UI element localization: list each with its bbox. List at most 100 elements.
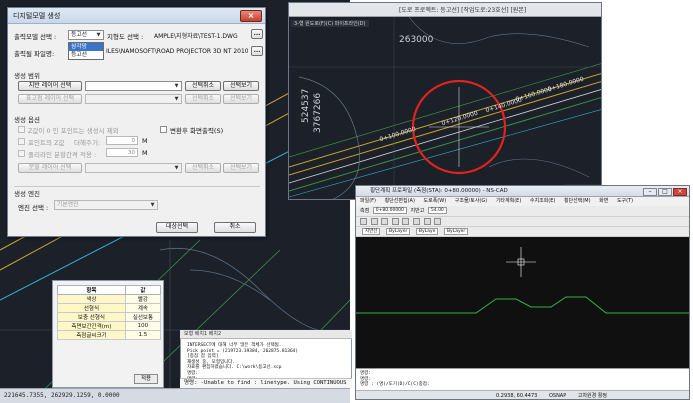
table-row[interactable]: 선형식 계속 (57, 303, 162, 313)
menu-item[interactable]: 구조물/토사(G) (455, 198, 487, 204)
properties-header-item: 항목 (57, 285, 126, 295)
station-label: 측점 (360, 208, 370, 214)
edit-toolbar (356, 217, 689, 227)
menu-item[interactable]: 도로폭(W) (424, 198, 447, 204)
station-field[interactable]: 0+80.00000 (372, 207, 407, 214)
split-layer-button[interactable]: 분할 레이어 선택 (18, 163, 82, 173)
dropdown-option-contour[interactable]: 등고선 (69, 51, 103, 59)
profile-command-area[interactable]: 명령: 명령: 명령 : (명)/도기(D)/C(C)중점: (356, 368, 689, 390)
elevation-cancel-button[interactable]: 선택취소 (185, 94, 221, 104)
ground-height-field[interactable]: 54.00 (427, 207, 447, 214)
grid-label-east-1: 524537 (301, 88, 311, 123)
exclude-zero-z-checkbox[interactable] (18, 126, 25, 133)
menu-item[interactable]: 화면 (599, 198, 608, 204)
output-model-dropdown[interactable]: 삼각망 등고선 (68, 42, 104, 60)
redo-icon[interactable] (412, 218, 420, 225)
start-select-button[interactable]: 대상선택 (156, 222, 198, 233)
output-browse-button[interactable]: ... (251, 46, 263, 56)
pan-icon[interactable] (434, 218, 442, 225)
chevron-down-icon: ▼ (96, 32, 101, 38)
split-cancel-button[interactable]: 선택취소 (185, 163, 221, 173)
exclude-zero-z-label: Z값이 0 인 포인트는 생성시 제외 (28, 127, 119, 135)
profile-canvas[interactable] (356, 237, 689, 368)
increase-input[interactable]: 0 (106, 136, 138, 145)
profile-title-bar: 횡단계획 프로파일 (측점(STA): 0+80.00000) - NS-CAD… (356, 186, 689, 197)
color-select[interactable]: ByLayer (386, 228, 411, 235)
menu-item[interactable]: 도구(T) (617, 198, 633, 204)
output-model-label: 출력모델 선택 : (14, 33, 57, 41)
polyline-split-label: 폴리라인 분할간격 적용 : (28, 151, 97, 159)
close-button[interactable]: × (673, 188, 687, 196)
properties-table: 항목 값 색상 빨강 선형식 계속 보충 선형식 실선보통 측면보간간격(m) 100 … (57, 285, 162, 340)
table-row[interactable]: 보충 선형식 실선보통 (57, 312, 162, 322)
coordinate-status: 221645.7355, 262929.1259, 0.0000 (0, 388, 350, 403)
menu-item[interactable]: 파일(F) (360, 198, 376, 204)
elevation-layer-button[interactable]: 표고점 레이어 선택 (18, 94, 82, 104)
undo-icon[interactable] (402, 218, 410, 225)
dialog-title-bar: 디지털모델 생성 (8, 8, 265, 24)
chevron-down-icon: ▼ (174, 165, 179, 171)
layout-tabs[interactable]: 모형 배치1 배치2 (180, 330, 352, 339)
split-view-button[interactable]: 선택보기 (223, 163, 259, 173)
point-z-label: 포인트의 Z값 (28, 139, 65, 147)
open-icon[interactable] (370, 218, 378, 225)
elevation-view-button[interactable]: 선택보기 (223, 94, 259, 104)
engine-select[interactable]: 기본엔진 ▼ (54, 200, 158, 210)
terrain-path: AMPLE\지형자료\TEST-1.DWG (154, 33, 238, 40)
output-file-path: ILES\NAMOSOFT\ROAD PROJECTOR 3D NT 2010\… (106, 48, 248, 55)
plan-view-window[interactable]: [도로 프로젝트: 등고선] [작업도로:23호선] [원본] 3-형 원도로(… (288, 2, 602, 200)
split-interval-input[interactable]: 30 (106, 148, 138, 157)
table-row[interactable]: 측면보간간격(m) 100 (57, 321, 162, 331)
cancel-button[interactable]: 취소 (214, 222, 256, 233)
grid-label-north: 263000 (399, 35, 434, 45)
status-text: 고차원경 활정 (577, 393, 608, 399)
zoom-icon[interactable] (423, 218, 431, 225)
output-file-label: 출력될 파일명: (14, 50, 55, 58)
command-input[interactable]: 명령: -Unable to find : linetype. Using CO… (180, 378, 352, 388)
display-after-convert-checkbox[interactable] (160, 126, 167, 133)
new-icon[interactable] (360, 218, 367, 225)
terrain-layer-button[interactable]: 지반 레이어 선택 (18, 81, 82, 91)
increase-unit: M (142, 137, 148, 145)
osnap-toggle[interactable]: OSNAP (549, 393, 566, 399)
maximize-button[interactable]: □ (658, 188, 672, 196)
terrain-layer-select[interactable]: ▼ (85, 81, 182, 91)
print-icon[interactable] (391, 218, 399, 225)
profile-status-bar: 0.2938, 60.4473 OSNAP 고차원경 활정 (356, 390, 689, 399)
properties-header-value: 값 (124, 285, 162, 295)
display-after-convert-label: 변환후 화면출력(S) (170, 127, 224, 135)
elevation-layer-select[interactable]: ▼ (85, 94, 182, 104)
range-view-button[interactable]: 선택보기 (223, 81, 259, 91)
layer-select[interactable]: 지반선 (362, 228, 381, 235)
cursor-coordinates: 0.2938, 60.4473 (496, 393, 538, 399)
save-icon[interactable] (381, 218, 389, 225)
table-row[interactable]: 색상 빨강 (57, 294, 162, 304)
close-button[interactable]: × (240, 10, 262, 22)
profile-drawing (356, 247, 689, 314)
range-cancel-button[interactable]: 선택취소 (185, 81, 221, 91)
dropdown-option-triangle[interactable]: 삼각망 (69, 43, 103, 51)
dialog-title: 디지털모델 생성 (13, 12, 61, 20)
terrain-browse-button[interactable]: ... (251, 29, 263, 39)
engine-label: 엔진 선택 : (18, 204, 49, 212)
plan-window-title: [도로 프로젝트: 등고선] [작업도로:23호선] [원본] (399, 7, 527, 14)
profile-window[interactable]: 횡단계획 프로파일 (측점(STA): 0+80.00000) - NS-CAD… (355, 185, 690, 400)
profile-window-title: 횡단계획 프로파일 (측점(STA): 0+80.00000) - NS-CAD (370, 188, 508, 194)
apply-button[interactable]: 적용 (134, 374, 158, 384)
terrain-select-label: 지형도 선택 : (107, 33, 144, 41)
linetype-select[interactable]: ByLaye (415, 228, 439, 235)
table-row[interactable]: 측점글씨크기 1.5 (57, 330, 162, 340)
minimize-button[interactable]: – (643, 188, 657, 196)
layer-toolbar: 지반선 ByLayer ByLaye ByLayer (356, 227, 689, 237)
menu-item[interactable]: 기타계획(E) (496, 198, 521, 204)
point-z-checkbox[interactable] (18, 138, 25, 145)
menu-item[interactable]: 횡단선편집(A) (385, 198, 415, 204)
menu-item[interactable]: 수치조회(E) (530, 198, 555, 204)
section-options-heading: 생성 옵션 (14, 116, 40, 124)
chevron-down-icon: ▼ (174, 96, 179, 102)
polyline-split-checkbox[interactable] (18, 150, 25, 157)
lineweight-select[interactable]: ByLayer (443, 228, 469, 235)
split-layer-select[interactable]: ▼ (85, 163, 182, 173)
output-model-select[interactable]: 등고선 ▼ (68, 30, 104, 40)
menu-item[interactable]: 횡단선택(M) (564, 198, 591, 204)
